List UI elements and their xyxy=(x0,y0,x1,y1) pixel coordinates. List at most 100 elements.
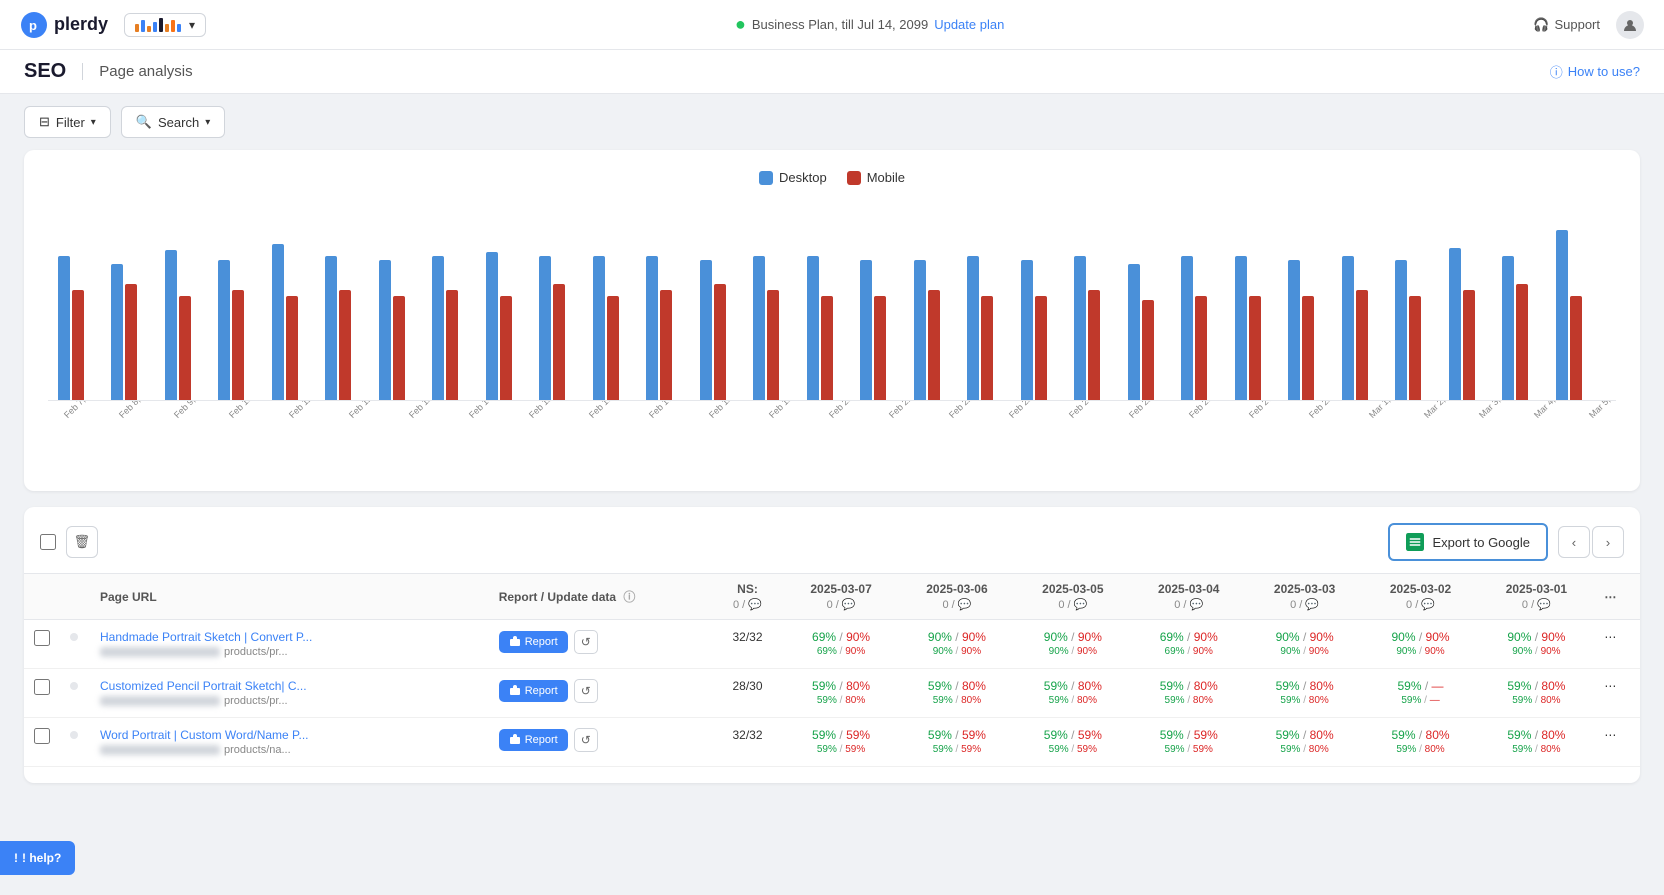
row-1-score-6: 90% / 90%90% / 90% xyxy=(1363,620,1479,669)
bar-desktop xyxy=(753,256,765,400)
row-3-score-1-sub: 59% / 59% xyxy=(793,744,889,755)
bar-mobile xyxy=(339,290,351,400)
row-1-report-button[interactable]: Report xyxy=(499,631,568,653)
bar-desktop xyxy=(1502,256,1514,400)
how-to-use-label: How to use? xyxy=(1568,64,1640,79)
row-2-ns: 28/30 xyxy=(712,669,783,718)
row-2-score-5-sub: 59% / 80% xyxy=(1257,695,1353,706)
help-button[interactable]: ! ! help? xyxy=(0,841,75,875)
search-button[interactable]: 🔍 Search ▾ xyxy=(121,106,225,138)
row-1-score-2-sub: 90% / 90% xyxy=(909,646,1005,657)
row-3-score-3: 59% / 59%59% / 59% xyxy=(1015,718,1131,767)
desktop-label: Desktop xyxy=(779,170,827,185)
bar-desktop xyxy=(432,256,444,400)
plan-bars xyxy=(135,18,181,32)
update-plan-link[interactable]: Update plan xyxy=(934,17,1004,32)
row-3-score-2-sub: 59% / 59% xyxy=(909,744,1005,755)
row-1-score-4-sub: 69% / 90% xyxy=(1141,646,1237,657)
headphone-icon: 🎧 xyxy=(1533,17,1549,33)
bar-group xyxy=(1395,260,1445,400)
bar-desktop xyxy=(1074,256,1086,400)
toolbar: ⊟ Filter ▾ 🔍 Search ▾ xyxy=(0,94,1664,150)
row-2-more[interactable]: ⋯ xyxy=(1594,669,1640,718)
table-card: 🗑 Export to Google ‹ › xyxy=(24,507,1640,783)
mobile-checkbox[interactable] xyxy=(847,171,861,185)
bar-mobile xyxy=(1195,296,1207,400)
row-2-score-5: 59% / 80%59% / 80% xyxy=(1247,669,1363,718)
row-1-page-url-link[interactable]: Handmade Portrait Sketch | Convert P... xyxy=(100,630,380,644)
how-to-use-link[interactable]: ⓘ How to use? xyxy=(1550,62,1640,81)
bar-mobile xyxy=(500,296,512,400)
row-2-score-7-sub: 59% / 80% xyxy=(1488,695,1584,706)
row-3-refresh-button[interactable]: ↺ xyxy=(574,728,598,752)
logo[interactable]: p plerdy xyxy=(20,11,108,39)
bar-date-label: Feb 8, 2025 xyxy=(117,401,158,420)
col-date-7: 2025-03-01 0 / 💬 xyxy=(1478,574,1594,620)
bar-mobile xyxy=(767,290,779,400)
row-1-more[interactable]: ⋯ xyxy=(1594,620,1640,669)
bar-mobile xyxy=(179,296,191,400)
filter-button[interactable]: ⊟ Filter ▾ xyxy=(24,106,111,138)
bar-date-label: Feb 7, 2025 xyxy=(62,401,103,420)
row-3-report-cell: Report ↺ xyxy=(489,718,712,767)
chevron-down-icon: ▾ xyxy=(189,18,195,32)
bar-desktop xyxy=(1181,256,1193,400)
desktop-checkbox[interactable] xyxy=(759,171,773,185)
delete-button[interactable]: 🗑 xyxy=(66,526,98,558)
col-more: ⋯ xyxy=(1594,574,1640,620)
bar-mobile xyxy=(1302,296,1314,400)
bar-desktop xyxy=(325,256,337,400)
prev-arrow-button[interactable]: ‹ xyxy=(1558,526,1590,558)
row-2-report-button[interactable]: Report xyxy=(499,680,568,702)
export-google-button[interactable]: Export to Google xyxy=(1388,523,1548,561)
bar-date-label: Mar 2, 2025 xyxy=(1422,401,1463,420)
row-2-score-6: 59% / —59% / — xyxy=(1363,669,1479,718)
row-3-score-5: 59% / 80%59% / 80% xyxy=(1247,718,1363,767)
bar-desktop xyxy=(807,256,819,400)
bar-mobile xyxy=(1516,284,1528,400)
col-page-url: Page URL xyxy=(90,574,489,620)
col-date-6: 2025-03-02 0 / 💬 xyxy=(1363,574,1479,620)
page-header: SEO Page analysis ⓘ How to use? xyxy=(0,50,1664,94)
row-1-refresh-button[interactable]: ↺ xyxy=(574,630,598,654)
row-2-checkbox[interactable] xyxy=(34,679,50,695)
search-icon: 🔍 xyxy=(136,114,152,130)
user-avatar[interactable] xyxy=(1616,11,1644,39)
page-analysis-label: Page analysis xyxy=(82,63,192,80)
row-2-page-url-link[interactable]: Customized Pencil Portrait Sketch| C... xyxy=(100,679,380,693)
search-chevron-icon: ▾ xyxy=(205,117,210,128)
row-2-report-cell: Report ↺ xyxy=(489,669,712,718)
bar-mobile xyxy=(553,284,565,400)
row-3-checkbox[interactable] xyxy=(34,728,50,744)
plan-badge[interactable]: ▾ xyxy=(124,13,206,37)
row-3-ns: 32/32 xyxy=(712,718,783,767)
bar-date-label: Mar 1, 2025 xyxy=(1367,401,1408,420)
bar-group xyxy=(753,256,803,400)
row-2-score-4: 59% / 80%59% / 80% xyxy=(1131,669,1247,718)
bar-group xyxy=(967,256,1017,400)
bar-desktop xyxy=(272,244,284,400)
col-date-5: 2025-03-03 0 / 💬 xyxy=(1247,574,1363,620)
row-1-score-7-sub: 90% / 90% xyxy=(1488,646,1584,657)
row-3-report-button[interactable]: Report xyxy=(499,729,568,751)
select-all-checkbox[interactable] xyxy=(40,534,56,550)
row-3-more[interactable]: ⋯ xyxy=(1594,718,1640,767)
bar-desktop xyxy=(593,256,605,400)
row-3-page-url-link[interactable]: Word Portrait | Custom Word/Name P... xyxy=(100,728,380,742)
bar-mobile xyxy=(393,296,405,400)
bar-mobile xyxy=(660,290,672,400)
bar-date-label: Feb 11, 2025 xyxy=(287,401,331,420)
row-2-score-3: 59% / 80%59% / 80% xyxy=(1015,669,1131,718)
logo-text: plerdy xyxy=(54,14,108,35)
next-arrow-button[interactable]: › xyxy=(1592,526,1624,558)
row-3-score-6-sub: 59% / 80% xyxy=(1373,744,1469,755)
support-button[interactable]: 🎧 Support xyxy=(1533,17,1600,33)
bar-date-label: Feb 12, 2025 xyxy=(347,401,392,420)
row-1-checkbox[interactable] xyxy=(34,630,50,646)
bar-mobile xyxy=(1035,296,1047,400)
bar-date-label: Feb 9, 2025 xyxy=(172,401,213,420)
row-2-refresh-button[interactable]: ↺ xyxy=(574,679,598,703)
bar-group xyxy=(1502,256,1552,400)
bar-mobile xyxy=(1356,290,1368,400)
bar-desktop xyxy=(700,260,712,400)
